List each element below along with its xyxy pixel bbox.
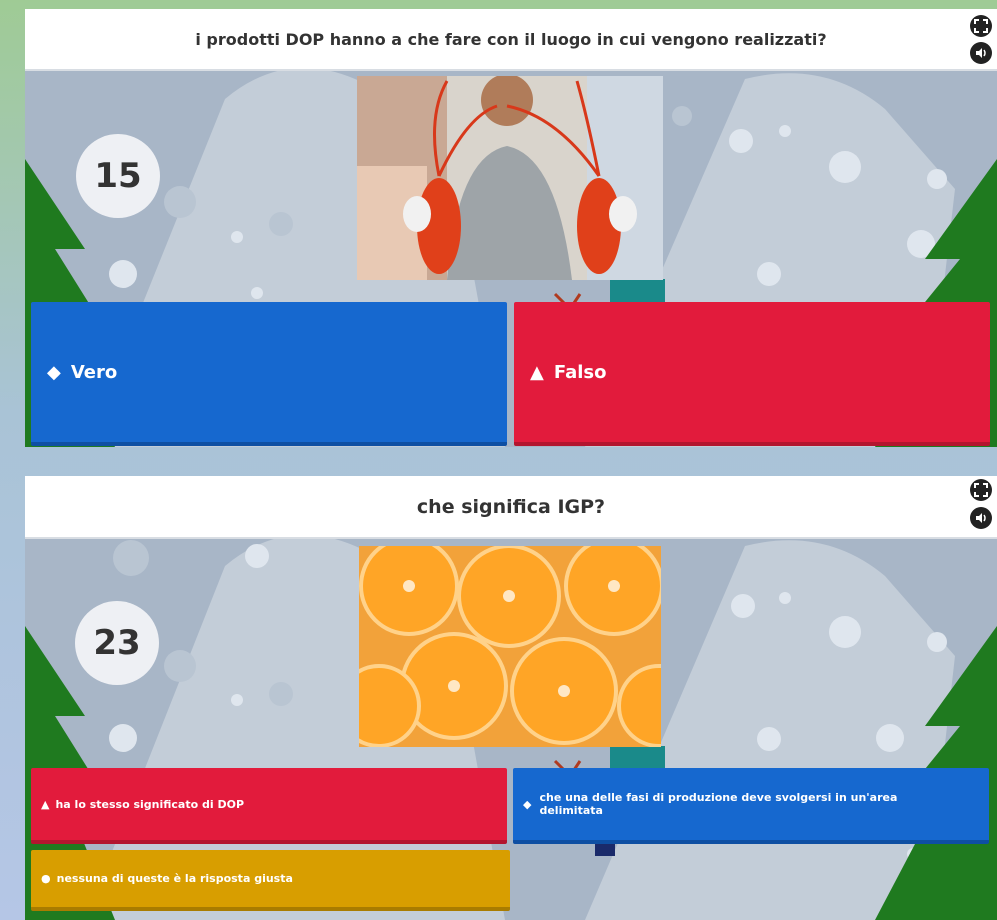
diamond-icon: ◆ — [47, 361, 61, 383]
answer-label: Vero — [70, 361, 118, 383]
answer-button-1[interactable]: ◆ Vero — [31, 302, 507, 446]
question-text: che significa IGP? — [416, 495, 606, 518]
answer-label: nessuna di queste è la risposta giusta — [56, 872, 293, 885]
orange-slices-photo — [359, 546, 661, 747]
circle-icon: ● — [41, 872, 51, 885]
fullscreen-icon — [974, 19, 988, 33]
answer-label: ha lo stesso significato di DOP — [55, 797, 245, 811]
answer-button-2[interactable]: ▲ Falso — [514, 302, 990, 446]
lobster-photo — [357, 76, 663, 280]
answer-button-1[interactable]: ▲ ha lo stesso significato di DOP — [31, 768, 507, 844]
answer-button-2[interactable]: ◆ che una delle fasi di produzione deve … — [513, 768, 989, 844]
countdown-timer: 15 — [76, 134, 160, 218]
diamond-icon: ◆ — [523, 797, 532, 811]
question-slide-2: che significa IGP? 23 ▲ ha lo stesso sig… — [25, 476, 997, 920]
answer-button-3[interactable]: ● nessuna di queste è la risposta giusta — [31, 850, 510, 911]
sound-button[interactable] — [970, 42, 992, 64]
question-text: i prodotti DOP hanno a che fare con il l… — [195, 29, 827, 49]
question-image — [359, 546, 661, 747]
question-bar: i prodotti DOP hanno a che fare con il l… — [25, 9, 997, 71]
question-image — [357, 76, 663, 280]
fullscreen-button[interactable] — [970, 15, 992, 37]
question-bar: che significa IGP? — [25, 476, 997, 539]
answer-label: che una delle fasi di produzione deve sv… — [539, 791, 898, 817]
triangle-icon: ▲ — [530, 361, 544, 383]
question-slide-1: i prodotti DOP hanno a che fare con il l… — [25, 9, 997, 447]
fullscreen-button[interactable] — [970, 479, 992, 501]
fullscreen-icon — [974, 483, 988, 497]
sound-button[interactable] — [970, 507, 992, 529]
countdown-timer: 23 — [75, 601, 159, 685]
answer-label: Falso — [553, 361, 607, 383]
sound-icon — [976, 513, 986, 523]
sound-icon — [976, 48, 986, 58]
triangle-icon: ▲ — [41, 797, 50, 811]
